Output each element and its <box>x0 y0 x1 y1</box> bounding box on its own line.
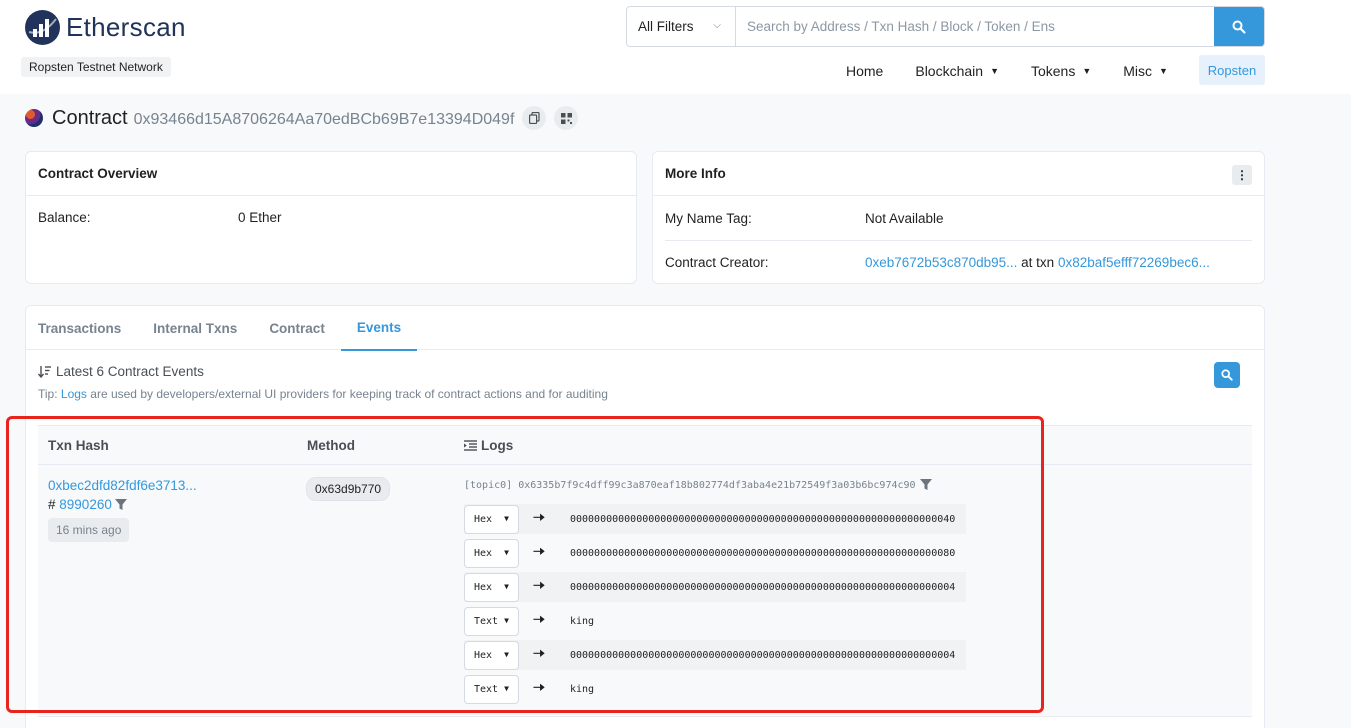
page-title-label: Contract <box>52 106 128 129</box>
tab-contract[interactable]: Contract <box>253 306 341 350</box>
at-txn-label: at txn <box>1021 255 1055 270</box>
header: Etherscan Ropsten Testnet Network All Fi… <box>0 0 1351 94</box>
search-events-button[interactable] <box>1214 362 1240 388</box>
balance-row: Balance: <box>38 210 91 225</box>
tab-events[interactable]: Events <box>340 306 418 351</box>
events-header: Latest 6 Contract Events <box>38 364 204 379</box>
search-icon <box>1221 369 1233 381</box>
search-button[interactable] <box>1214 7 1264 46</box>
brand-name: Etherscan <box>66 12 186 42</box>
balance-value: 0 Ether <box>238 210 282 225</box>
chevron-down-icon: ▼ <box>1159 66 1168 76</box>
search-filter-label: All Filters <box>638 19 694 34</box>
tab-internal-txns[interactable]: Internal Txns <box>137 306 253 350</box>
tab-transactions[interactable]: Transactions <box>26 306 137 350</box>
contract-address: 0x93466d15A8706264Aa70edBCb69B7e13394D04… <box>133 110 515 128</box>
qr-code-button[interactable] <box>554 106 579 130</box>
highlight-box <box>6 416 1044 713</box>
copy-icon <box>528 112 540 124</box>
nav-tokens[interactable]: Tokens ▼ <box>1015 56 1107 86</box>
more-info-card: More Info ⋮ My Name Tag: Not Available C… <box>652 151 1265 284</box>
name-tag-value: Not Available <box>865 211 944 226</box>
search-icon <box>1232 20 1246 34</box>
creator-address-link[interactable]: 0xeb7672b53c870db95... <box>865 255 1017 270</box>
more-info-title: More Info <box>653 152 1264 196</box>
etherscan-logo-icon <box>25 10 60 45</box>
page-title: Contract 0x93466d15A8706264Aa70edBCb69B7… <box>25 106 579 130</box>
nav-misc-label: Misc <box>1123 63 1153 79</box>
logs-link[interactable]: Logs <box>61 387 87 401</box>
balance-label: Balance: <box>38 210 91 225</box>
chevron-down-icon: ▼ <box>1082 66 1092 76</box>
name-tag-label: My Name Tag: <box>665 211 752 226</box>
search-input[interactable] <box>736 7 1214 46</box>
nav-blockchain-label: Blockchain <box>915 63 984 79</box>
contract-overview-title: Contract Overview <box>26 152 636 196</box>
etherscan-logo[interactable]: Etherscan <box>25 10 186 45</box>
nav-tokens-label: Tokens <box>1030 63 1076 79</box>
chevron-down-icon: ⌵ <box>713 20 721 31</box>
divider <box>665 240 1252 241</box>
qr-code-icon <box>560 112 572 124</box>
contract-overview-card: Contract Overview Balance: 0 Ether <box>25 151 637 284</box>
network-button[interactable]: Ropsten <box>1199 55 1265 85</box>
tip-text: are used by developers/external UI provi… <box>90 387 608 401</box>
nav-misc[interactable]: Misc ▼ <box>1107 56 1184 86</box>
nav-home-label: Home <box>846 63 884 79</box>
network-badge: Ropsten Testnet Network <box>21 57 171 77</box>
events-header-label: Latest 6 Contract Events <box>56 364 204 379</box>
sort-amount-down-icon <box>38 365 51 378</box>
more-options-button[interactable]: ⋮ <box>1232 165 1252 185</box>
search-filter-select[interactable]: All Filters ⌵ <box>627 7 736 46</box>
chevron-down-icon: ▼ <box>990 66 999 76</box>
events-tip: Tip: Logs are used by developers/externa… <box>38 387 608 401</box>
search-bar: All Filters ⌵ <box>626 6 1265 47</box>
nav-blockchain[interactable]: Blockchain ▼ <box>899 56 1015 86</box>
main-nav: Home Blockchain ▼ Tokens ▼ Misc ▼ <box>830 56 1184 86</box>
contract-identicon-icon <box>25 109 43 127</box>
contract-creator-value: 0xeb7672b53c870db95... at txn 0x82baf5ef… <box>865 255 1210 270</box>
nav-home[interactable]: Home <box>830 56 899 86</box>
kebab-menu-icon: ⋮ <box>1236 168 1248 182</box>
tip-prefix: Tip: <box>38 387 58 401</box>
copy-address-button[interactable] <box>522 106 547 130</box>
tab-bar: Transactions Internal Txns Contract Even… <box>26 306 1264 351</box>
contract-creator-label: Contract Creator: <box>665 255 769 270</box>
creator-txn-link[interactable]: 0x82baf5efff72269bec6... <box>1058 255 1210 270</box>
